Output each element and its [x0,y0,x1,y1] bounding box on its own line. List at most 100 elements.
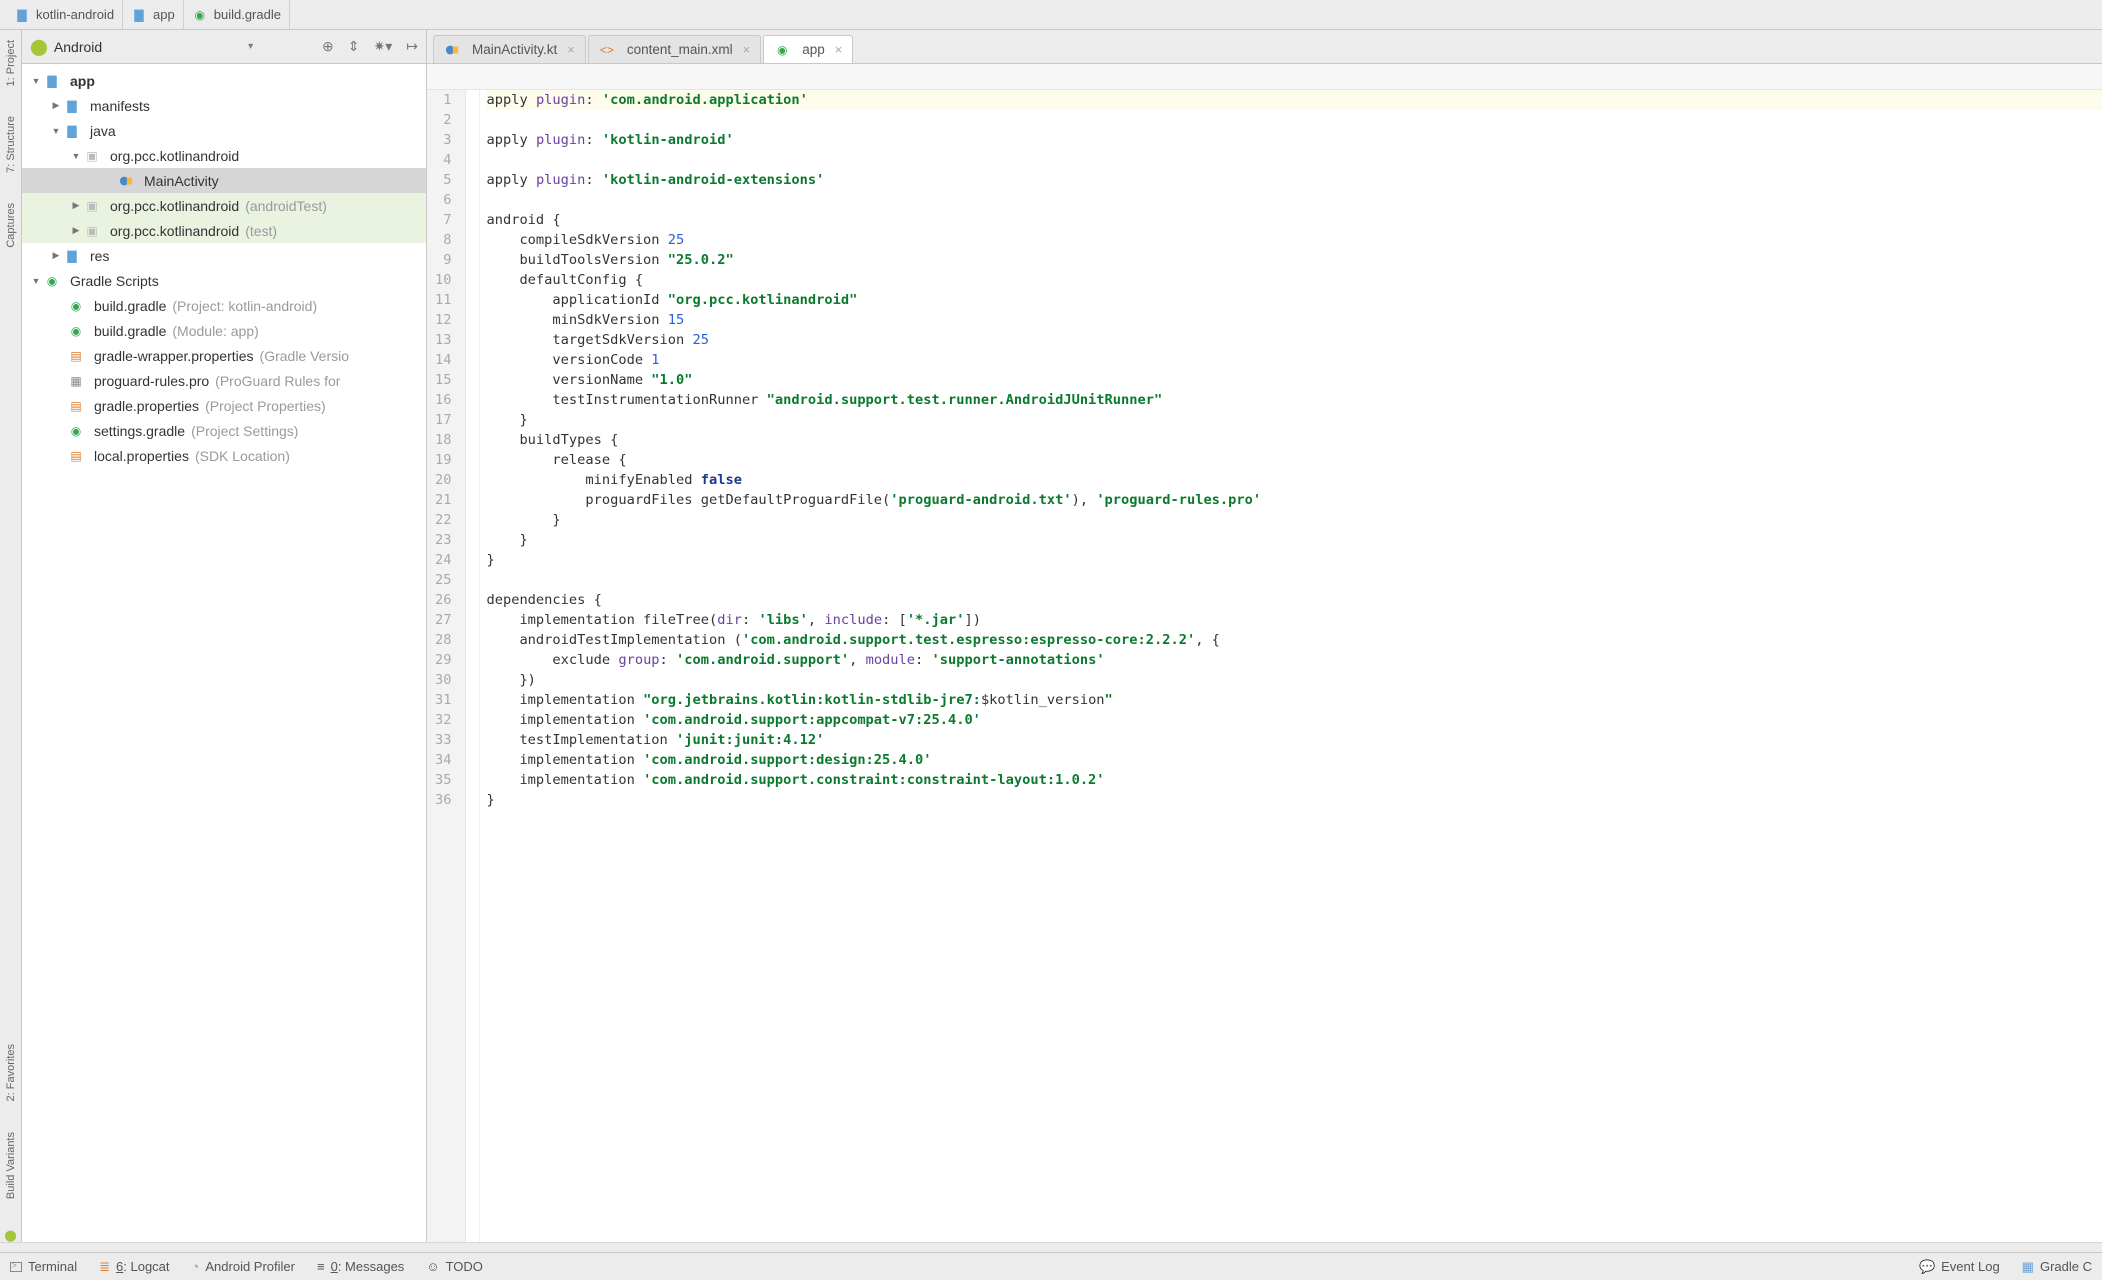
chevron-down-icon[interactable] [48,126,64,136]
toolwindow-build-variants[interactable]: Build Variants [5,1132,17,1199]
breadcrumb: ▇ kotlin-android ▇ app ◉ build.gradle [0,0,2102,30]
gradle-icon: ◉ [44,273,60,289]
code-content[interactable]: apply plugin: 'com.android.application' … [480,90,2102,1242]
tab-label: content_main.xml [627,42,733,57]
scroll-strip[interactable] [0,1242,2102,1252]
toolwindow-event-log[interactable]: 💬 Event Log [1919,1259,2000,1275]
toolwindow-profiler[interactable]: ◔ Android Profiler [192,1259,295,1274]
tree-node-build-gradle-module[interactable]: ◉ build.gradle (Module: app) [22,318,426,343]
module-icon: ▇ [44,73,60,89]
gradle-icon: ◉ [192,7,208,23]
gradle-icon: ◉ [774,42,790,58]
tree-qualifier: (SDK Location) [195,448,290,464]
toolwindow-structure[interactable]: 7: Structure [5,116,17,173]
folder-icon: ▇ [131,7,147,23]
close-icon[interactable]: × [743,42,751,57]
gear-icon[interactable]: ✷▾ [374,38,393,55]
toolwindow-favorites[interactable]: 2: Favorites [5,1044,17,1101]
terminal-icon [10,1262,22,1272]
tree-label: gradle-wrapper.properties [94,348,254,364]
kotlin-class-icon [118,173,134,189]
chevron-down-icon[interactable] [28,276,44,286]
editor-area: MainActivity.kt × <> content_main.xml × … [427,30,2102,1242]
file-icon: ▦ [68,373,84,389]
breadcrumb-project[interactable]: ▇ kotlin-android [6,0,123,29]
properties-icon: ▤ [68,348,84,364]
tree-node-settings-gradle[interactable]: ◉ settings.gradle (Project Settings) [22,418,426,443]
tree-label: org.pcc.kotlinandroid [110,148,239,164]
toolwindow-messages[interactable]: ≡ 0: Messages [317,1259,404,1274]
tree-node-manifests[interactable]: ▇ manifests [22,93,426,118]
tree-label: MainActivity [144,173,219,189]
tree-qualifier: (Project Properties) [205,398,326,414]
collapse-icon[interactable]: ⇕ [348,38,360,55]
tree-qualifier: (Module: app) [172,323,258,339]
tree-node-local-properties[interactable]: ▤ local.properties (SDK Location) [22,443,426,468]
tree-node-gradle-wrapper[interactable]: ▤ gradle-wrapper.properties (Gradle Vers… [22,343,426,368]
tree-label: manifests [90,98,150,114]
editor-body[interactable]: 12345 678910 1112131415 1617181920 21222… [427,90,2102,1242]
chevron-right-icon[interactable] [68,200,84,211]
tab-content-main[interactable]: <> content_main.xml × [588,35,761,63]
tree-node-build-gradle-project[interactable]: ◉ build.gradle (Project: kotlin-android) [22,293,426,318]
tree-label: org.pcc.kotlinandroid [110,198,239,214]
chevron-right-icon[interactable] [48,100,64,111]
tree-node-package-test[interactable]: ▣ org.pcc.kotlinandroid (test) [22,218,426,243]
breadcrumb-module[interactable]: ▇ app [123,0,184,29]
tree-qualifier: (Gradle Versio [260,348,349,364]
tree-qualifier: (test) [245,223,277,239]
chevron-right-icon[interactable] [68,225,84,236]
tree-qualifier: (androidTest) [245,198,327,214]
breadcrumb-file-label: build.gradle [214,7,281,22]
messages-icon: ≡ [317,1259,325,1274]
tree-label: org.pcc.kotlinandroid [110,223,239,239]
event-log-icon: 💬 [1919,1259,1935,1275]
toolwindow-terminal[interactable]: Terminal [10,1259,77,1274]
package-icon: ▣ [84,223,100,239]
tree-node-mainactivity[interactable]: MainActivity [22,168,426,193]
project-view-mode[interactable]: Android [54,39,102,55]
sb-label: Android Profiler [205,1259,295,1274]
tree-label: settings.gradle [94,423,185,439]
close-icon[interactable]: × [567,42,575,57]
profiler-icon: ◔ [192,1259,200,1274]
chevron-down-icon[interactable]: ▾ [248,41,253,52]
toolwindow-todo[interactable]: ☺ TODO [426,1259,483,1274]
tree-node-res[interactable]: ▇ res [22,243,426,268]
tree-node-proguard[interactable]: ▦ proguard-rules.pro (ProGuard Rules for [22,368,426,393]
package-icon: ▣ [84,198,100,214]
todo-icon: ☺ [426,1259,439,1274]
line-gutter[interactable]: 12345 678910 1112131415 1617181920 21222… [427,90,466,1242]
toolwindow-logcat[interactable]: ≣ 6: Logcat [99,1259,169,1275]
sb-label: Gradle C [2040,1259,2092,1274]
tree-label: proguard-rules.pro [94,373,209,389]
project-tree[interactable]: ▇ app ▇ manifests ▇ java ▣ org.pcc.kotli… [22,64,426,1242]
editor-tabs: MainActivity.kt × <> content_main.xml × … [427,30,2102,64]
tree-node-app[interactable]: ▇ app [22,68,426,93]
target-icon[interactable]: ⊕ [322,38,334,55]
chevron-down-icon[interactable] [68,151,84,161]
chevron-down-icon[interactable] [28,76,44,86]
status-bar: Terminal ≣ 6: Logcat ◔ Android Profiler … [0,1252,2102,1280]
tree-node-gradle-properties[interactable]: ▤ gradle.properties (Project Properties) [22,393,426,418]
tree-label: build.gradle [94,323,166,339]
fold-column[interactable] [466,90,480,1242]
toolwindow-captures[interactable]: Captures [5,203,17,248]
tree-label: Gradle Scripts [70,273,159,289]
toolwindow-gradle[interactable]: ▦ Gradle C [2022,1259,2092,1275]
sb-label: Event Log [1941,1259,2000,1274]
tree-node-gradle-scripts[interactable]: ◉ Gradle Scripts [22,268,426,293]
tree-label: java [90,123,116,139]
toolwindow-project[interactable]: 1: Project [5,40,17,86]
breadcrumb-file[interactable]: ◉ build.gradle [184,0,290,29]
folder-icon: ▇ [14,7,30,23]
chevron-right-icon[interactable] [48,250,64,261]
tab-app[interactable]: ◉ app × [763,35,853,63]
hide-icon[interactable]: ↦ [406,38,418,55]
close-icon[interactable]: × [835,42,843,57]
tree-label: build.gradle [94,298,166,314]
tab-mainactivity[interactable]: MainActivity.kt × [433,35,586,63]
tree-node-java[interactable]: ▇ java [22,118,426,143]
tree-node-package-androidtest[interactable]: ▣ org.pcc.kotlinandroid (androidTest) [22,193,426,218]
tree-node-package-main[interactable]: ▣ org.pcc.kotlinandroid [22,143,426,168]
